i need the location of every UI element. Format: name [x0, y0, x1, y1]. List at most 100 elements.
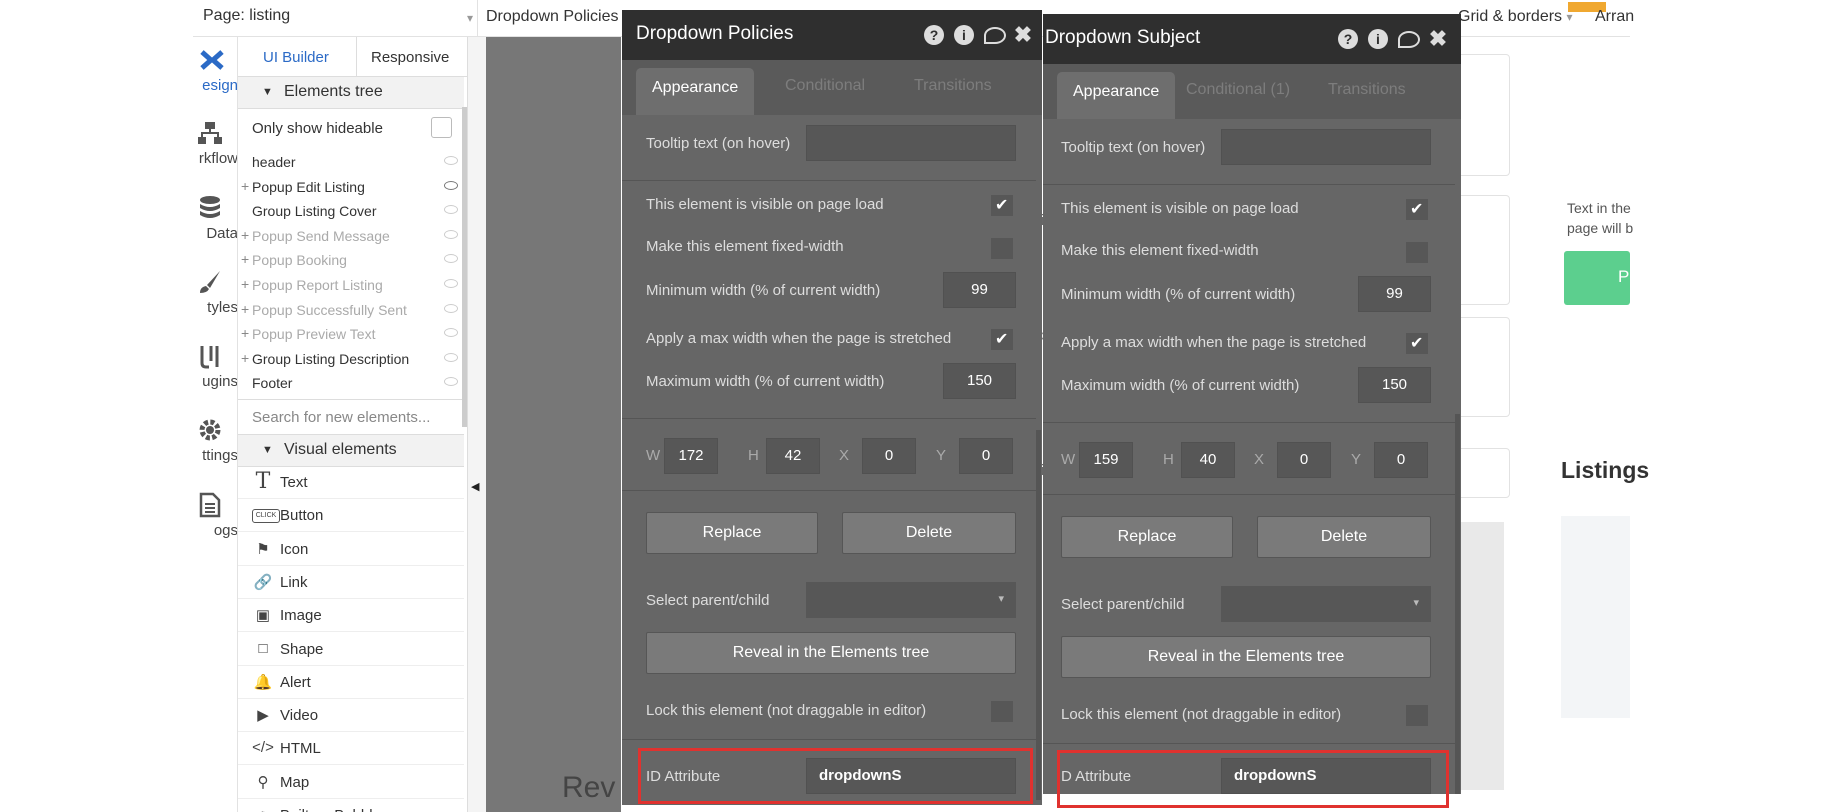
lock-element-checkbox[interactable]	[991, 701, 1013, 722]
visual-elements-header[interactable]: ▼ Visual elements	[238, 435, 464, 467]
tab-conditional[interactable]: Conditional	[785, 77, 865, 95]
width-input[interactable]: 159	[1079, 442, 1133, 478]
nav-design[interactable]: esign	[193, 47, 237, 94]
x-input[interactable]: 0	[862, 438, 916, 474]
tab-ui-builder[interactable]: UI Builder	[263, 49, 329, 66]
eye-icon[interactable]	[444, 254, 458, 264]
eye-icon[interactable]	[444, 377, 458, 387]
eye-icon[interactable]	[444, 205, 458, 215]
visual-element-item[interactable]: ▶ Video	[238, 700, 464, 733]
reveal-in-tree-button[interactable]: Reveal in the Elements tree	[646, 632, 1016, 674]
lock-element-checkbox[interactable]	[1406, 705, 1428, 726]
expand-icon[interactable]: +	[241, 276, 249, 292]
expand-icon[interactable]: +	[241, 350, 249, 366]
palette-scrollbar[interactable]	[462, 107, 467, 427]
visible-on-load-checkbox[interactable]	[991, 195, 1013, 216]
tab-transitions[interactable]: Transitions	[1328, 81, 1406, 99]
tree-item[interactable]: header	[238, 151, 464, 175]
eye-icon[interactable]	[444, 180, 458, 190]
comment-icon[interactable]	[1398, 31, 1420, 48]
visual-element-item[interactable]: </> HTML	[238, 733, 464, 766]
help-icon[interactable]: ?	[1338, 29, 1358, 49]
info-icon[interactable]: i	[954, 25, 974, 45]
tree-item[interactable]: + Popup Successfully Sent	[238, 299, 464, 323]
search-elements-input[interactable]: Search for new elements...	[238, 399, 464, 435]
nav-styles[interactable]: tyles	[193, 269, 237, 316]
x-input[interactable]: 0	[1277, 442, 1331, 478]
tab-responsive[interactable]: Responsive	[371, 49, 449, 66]
eye-icon[interactable]	[444, 156, 458, 165]
tooltip-input[interactable]	[1221, 129, 1431, 165]
visible-on-load-checkbox[interactable]	[1406, 199, 1428, 220]
collapse-palette-icon[interactable]: ◀	[471, 480, 479, 493]
height-input[interactable]: 42	[766, 438, 820, 474]
fixed-width-checkbox[interactable]	[991, 238, 1013, 259]
id-attribute-input[interactable]: dropdownS	[806, 758, 1016, 794]
eye-icon[interactable]	[444, 279, 458, 288]
expand-icon[interactable]: +	[241, 301, 249, 317]
max-width-apply-checkbox[interactable]	[991, 329, 1013, 350]
comment-icon[interactable]	[984, 27, 1006, 44]
tab-appearance[interactable]: Appearance	[636, 68, 755, 115]
info-icon[interactable]: i	[1368, 29, 1388, 49]
tab-transitions[interactable]: Transitions	[914, 77, 992, 95]
expand-icon[interactable]: +	[241, 251, 249, 267]
parent-child-select[interactable]: ▾	[1221, 586, 1431, 622]
visual-element-item[interactable]: 🔗 Link	[238, 567, 464, 599]
tree-item[interactable]: + Popup Preview Text	[238, 323, 464, 347]
nav-logs[interactable]: ogs	[193, 492, 237, 539]
editor-title-bar[interactable]: Dropdown Policies ? i ✖	[622, 10, 1042, 60]
max-width-apply-checkbox[interactable]	[1406, 333, 1428, 354]
eye-icon[interactable]	[444, 328, 458, 338]
grid-borders-menu[interactable]: Grid & borders ▾	[1458, 8, 1573, 26]
parent-child-select[interactable]: ▾	[806, 582, 1016, 618]
eye-icon[interactable]	[444, 352, 458, 362]
visual-element-item[interactable]: ◐ Built on Bubble	[238, 800, 464, 812]
editor-scrollbar[interactable]	[1036, 430, 1041, 800]
close-icon[interactable]: ✖	[1013, 24, 1033, 46]
replace-button[interactable]: Replace	[1061, 516, 1233, 558]
tab-appearance[interactable]: Appearance	[1057, 72, 1176, 119]
expand-icon[interactable]: +	[241, 227, 249, 243]
selected-element-dropdown[interactable]: Dropdown Policies	[486, 8, 619, 26]
y-input[interactable]: 0	[959, 438, 1013, 474]
nav-settings[interactable]: ttings	[193, 417, 237, 464]
nav-data[interactable]: Data	[193, 195, 237, 242]
tab-conditional[interactable]: Conditional (1)	[1186, 81, 1290, 99]
arrange-menu[interactable]: Arran	[1595, 8, 1634, 26]
visual-element-item[interactable]: ▣ Image	[238, 600, 464, 633]
expand-icon[interactable]: +	[241, 325, 249, 341]
nav-plugins[interactable]: ugins	[193, 343, 237, 390]
editor-scrollbar[interactable]	[1455, 414, 1460, 794]
close-icon[interactable]: ✖	[1428, 28, 1448, 50]
tree-item[interactable]: + Popup Send Message	[238, 225, 464, 249]
visual-element-item[interactable]: ⚲ Map	[238, 767, 464, 799]
min-width-input[interactable]: 99	[1358, 276, 1431, 312]
width-input[interactable]: 172	[664, 438, 718, 474]
tree-item[interactable]: + Popup Edit Listing	[238, 176, 464, 200]
tree-item[interactable]: Footer	[238, 372, 464, 396]
max-width-input[interactable]: 150	[943, 363, 1016, 399]
reveal-in-tree-button[interactable]: Reveal in the Elements tree	[1061, 636, 1431, 678]
eye-icon[interactable]	[444, 229, 458, 239]
max-width-input[interactable]: 150	[1358, 367, 1431, 403]
replace-button[interactable]: Replace	[646, 512, 818, 554]
y-input[interactable]: 0	[1374, 442, 1428, 478]
nav-workflow[interactable]: rkflow	[193, 120, 237, 167]
delete-button[interactable]: Delete	[842, 512, 1016, 554]
visual-element-item[interactable]: □ Shape	[238, 634, 464, 666]
visual-element-item[interactable]: CLICK Button	[238, 500, 464, 533]
min-width-input[interactable]: 99	[943, 272, 1016, 308]
height-input[interactable]: 40	[1181, 442, 1235, 478]
fixed-width-checkbox[interactable]	[1406, 242, 1428, 263]
tree-item[interactable]: Group Listing Cover	[238, 200, 464, 224]
visual-element-item[interactable]: ⚑ Icon	[238, 534, 464, 566]
elements-tree-header[interactable]: ▼ Elements tree	[238, 77, 464, 109]
help-icon[interactable]: ?	[924, 25, 944, 45]
page-selector[interactable]: Page: listing ▾	[203, 7, 477, 31]
tree-item[interactable]: + Group Listing Description	[238, 348, 464, 372]
visual-element-item[interactable]: 🔔 Alert	[238, 667, 464, 699]
tree-item[interactable]: + Popup Report Listing	[238, 274, 464, 298]
editor-title-bar[interactable]: Dropdown Subject ? i ✖	[1043, 14, 1461, 64]
delete-button[interactable]: Delete	[1257, 516, 1431, 558]
